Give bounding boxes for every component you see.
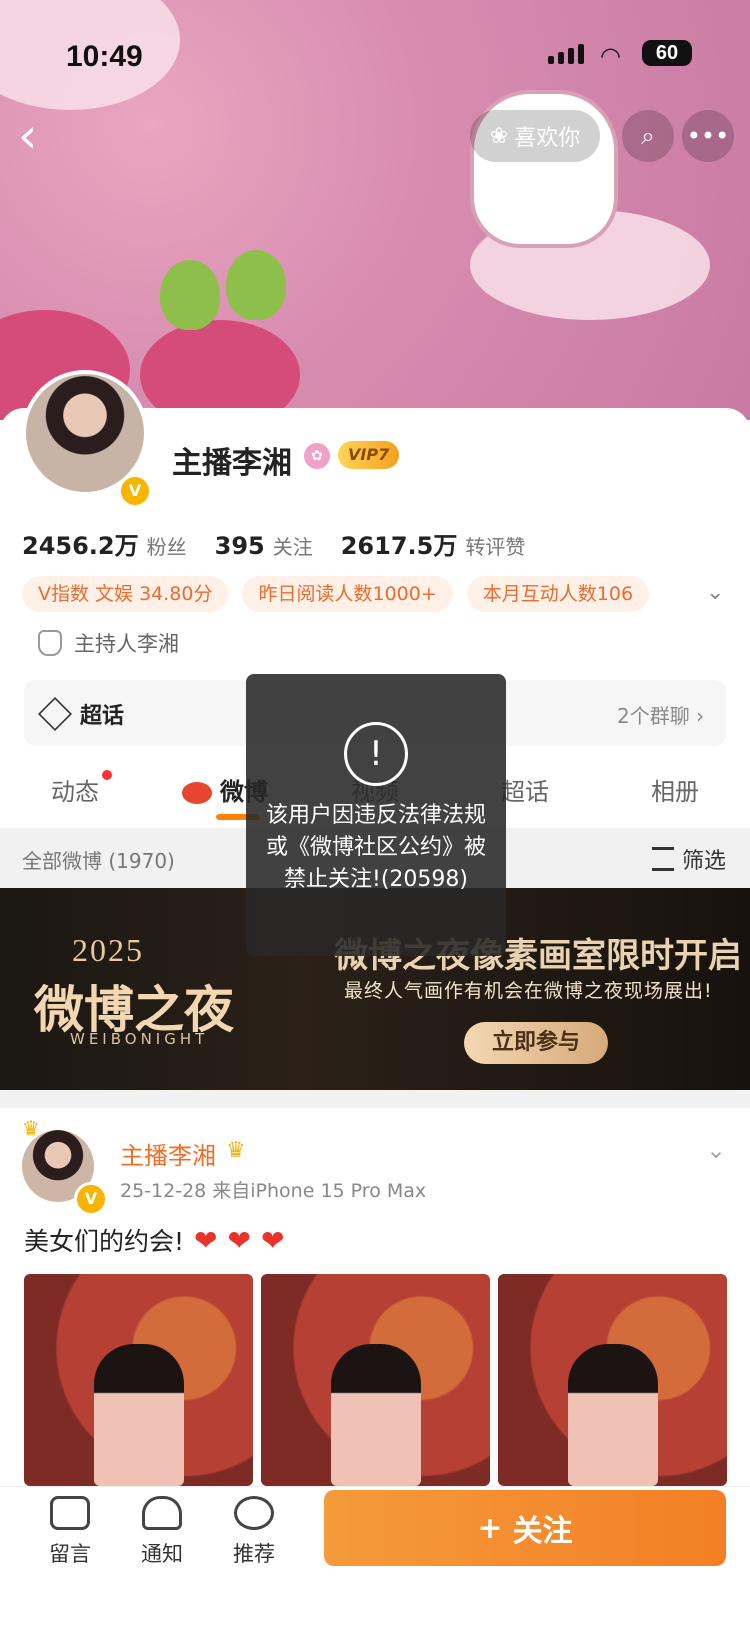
notify-button[interactable]: 通知 (122, 1496, 202, 1568)
battery-indicator: 60 (642, 40, 692, 66)
verified-badge-icon: V (118, 474, 152, 508)
promo-year: 2025 (72, 932, 144, 968)
shield-icon (38, 630, 62, 656)
recommend-icon (234, 1496, 274, 1530)
profile-stats: 2456.2万 粉丝 395 关注 2617.5万 转评赞 (22, 526, 525, 561)
cellular-signal-icon (548, 44, 584, 64)
crown-icon: ♛ (22, 1116, 40, 1140)
plus-icon: + (477, 1510, 503, 1546)
diamond-icon (38, 697, 72, 731)
member-crown-icon: ♛ (226, 1138, 246, 1163)
bell-icon (142, 1496, 182, 1530)
post-text: 美女们的约会! ❤ ❤ ❤ (24, 1223, 285, 1257)
verified-badge-icon: V (74, 1182, 108, 1216)
heart-emoji-icon: ❤ (194, 1223, 218, 1257)
promo-subtitle: WEIBONIGHT (70, 1030, 209, 1048)
wifi-icon: ◠ (600, 42, 621, 70)
tab-album[interactable]: 相册 (600, 760, 750, 820)
recommend-button[interactable]: 推荐 (214, 1496, 294, 1568)
all-posts-count[interactable]: 全部微博 (1970) (22, 845, 175, 874)
post-author-name[interactable]: 主播李湘 (120, 1136, 216, 1171)
more-button[interactable]: ••• (682, 110, 734, 162)
stat-interactions[interactable]: 2617.5万 转评赞 (341, 526, 526, 561)
chevron-left-icon: ‹ (18, 108, 38, 164)
profile-role: 主持人李湘 (38, 628, 179, 658)
chevron-down-icon[interactable]: ⌄ (706, 580, 724, 605)
search-icon: ⌕ (641, 122, 655, 150)
comment-icon (50, 1496, 90, 1530)
exclamation-icon: ! (344, 722, 408, 786)
error-toast: ! 该用户因违反法律法规或《微博社区公约》被禁止关注!(20598) (246, 674, 506, 956)
weibo-logo-icon (182, 782, 212, 804)
comment-button[interactable]: 留言 (30, 1496, 110, 1568)
toast-message: 该用户因违反法律法规或《微博社区公约》被禁止关注!(20598) (265, 803, 486, 892)
post-meta: 25-12-28 来自iPhone 15 Pro Max (120, 1180, 427, 1202)
section-divider (0, 1090, 750, 1108)
search-button[interactable]: ⌕ (622, 110, 674, 162)
like-you-label: 喜欢你 (514, 126, 581, 151)
heart-emoji-icon: ❤ (260, 1223, 285, 1257)
post-photo[interactable] (261, 1274, 490, 1486)
tag-daily-readers[interactable]: 昨日阅读人数1000+ (242, 576, 453, 612)
post-menu-chevron-icon[interactable]: ⌄ (706, 1136, 726, 1164)
unread-dot (102, 770, 112, 780)
status-time: 10:49 (66, 40, 143, 73)
chao-label: 超话 (80, 704, 125, 729)
tag-monthly-interactions[interactable]: 本月互动人数106 (466, 576, 650, 612)
tag-v-index[interactable]: V指数 文娱 34.80分 (22, 576, 229, 612)
chao-link[interactable]: 超话 (38, 697, 125, 731)
role-text: 主持人李湘 (74, 632, 179, 656)
participate-button[interactable]: 立即参与 (464, 1022, 608, 1064)
promo-description: 最终人气画作有机会在微博之夜现场展出! (344, 980, 713, 1002)
like-you-button[interactable]: ❀ 喜欢你 (470, 110, 600, 162)
group-chat-link[interactable]: 2个群聊 › (617, 700, 704, 729)
tab-dynamics[interactable]: 动态 (0, 760, 150, 820)
profile-tags: V指数 文娱 34.80分 昨日阅读人数1000+ 本月互动人数106 (22, 576, 650, 612)
heart-hand-icon: ❀ (489, 123, 509, 149)
post-photos (24, 1274, 727, 1486)
post-photo[interactable] (24, 1274, 253, 1486)
filter-icon (652, 847, 674, 871)
vip-badge[interactable]: VIP7 (338, 441, 400, 469)
heart-emoji-icon: ❤ (227, 1223, 251, 1257)
profile-name: 主播李湘 (172, 446, 292, 481)
more-dots-icon: ••• (686, 122, 730, 150)
filter-button[interactable]: 筛选 (652, 843, 726, 875)
stat-following[interactable]: 395 关注 (215, 531, 313, 560)
host-badge-icon: ✿ (304, 443, 330, 469)
follow-button[interactable]: + 关注 (324, 1490, 726, 1566)
stat-fans[interactable]: 2456.2万 粉丝 (22, 526, 187, 561)
back-button[interactable]: ‹ (18, 112, 62, 160)
post-photo[interactable] (498, 1274, 727, 1486)
